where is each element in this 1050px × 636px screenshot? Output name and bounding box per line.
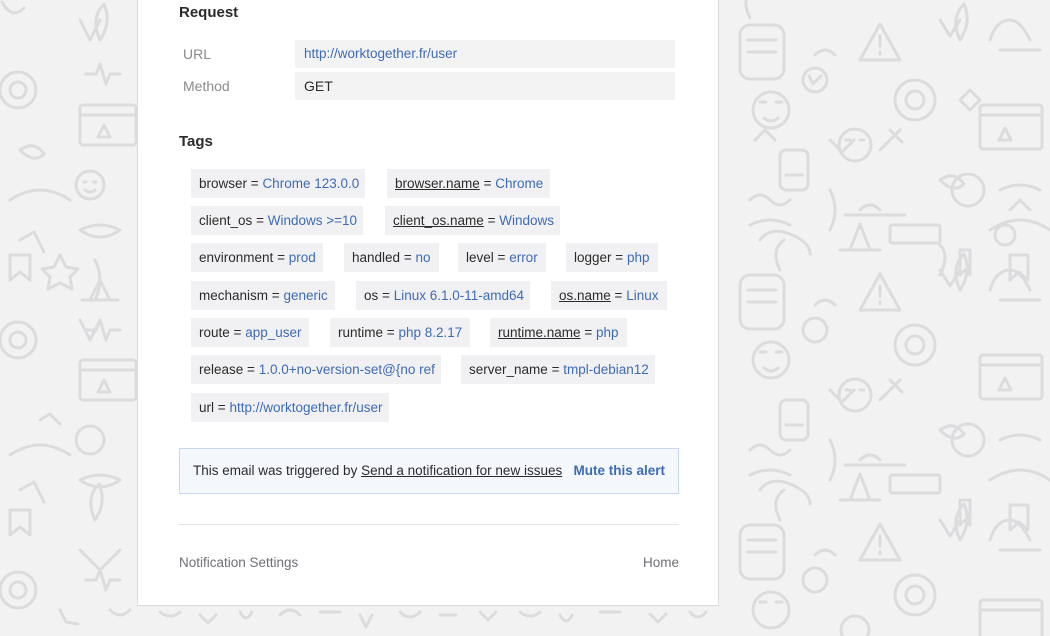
- tag-value-link[interactable]: php: [596, 325, 619, 340]
- tag-value-link[interactable]: Windows >=10: [268, 213, 357, 228]
- tag-runtime: runtime = php 8.2.17: [330, 318, 470, 347]
- tag-value-link[interactable]: prod: [289, 250, 316, 265]
- tag-value-link[interactable]: Linux: [626, 288, 658, 303]
- tag-release: release = 1.0.0+no-version-set@{no ref: [191, 355, 441, 384]
- url-value-text[interactable]: http://worktogether.fr/user: [304, 46, 457, 61]
- alert-notice: This email was triggered by Send a notif…: [179, 448, 679, 494]
- tag-key: server_name: [469, 362, 548, 377]
- tag-logger: logger = php: [566, 243, 658, 272]
- tag-equals: =: [382, 288, 390, 303]
- tag-value-link[interactable]: app_user: [245, 325, 301, 340]
- alert-rule-link[interactable]: Send a notification for new issues: [361, 463, 562, 478]
- tag-key: release: [199, 362, 244, 377]
- tag-value-link[interactable]: Chrome: [495, 176, 543, 191]
- tag-value-link[interactable]: http://worktogether.fr/user: [229, 400, 382, 415]
- method-label: Method: [183, 78, 230, 94]
- tag-equals: =: [483, 176, 492, 191]
- tag-value-link[interactable]: php 8.2.17: [398, 325, 462, 340]
- tag-value-link[interactable]: Linux 6.1.0-11-amd64: [394, 288, 524, 303]
- tag-key: environment: [199, 250, 274, 265]
- alert-prefix: This email was triggered by: [193, 463, 358, 478]
- tag-equals: =: [256, 213, 264, 228]
- tag-equals: =: [386, 325, 395, 340]
- tag-route: route = app_user: [191, 318, 309, 347]
- tag-client-os-name: client_os.name = Windows: [385, 206, 560, 235]
- tag-key: os: [364, 288, 379, 303]
- tag-value-link[interactable]: php: [627, 250, 650, 265]
- tag-os: os = Linux 6.1.0-11-amd64: [356, 281, 530, 310]
- url-label: URL: [183, 46, 212, 62]
- method-value-text: GET: [304, 78, 333, 94]
- method-value: GET: [295, 72, 675, 100]
- tag-key-link[interactable]: client_os.name: [393, 213, 484, 228]
- tag-equals: =: [250, 176, 259, 191]
- tag-equals: =: [614, 288, 623, 303]
- tag-mechanism: mechanism = generic: [191, 281, 335, 310]
- tag-key: route: [199, 325, 230, 340]
- tag-equals: =: [403, 250, 412, 265]
- tags-heading: Tags: [179, 133, 213, 150]
- tag-level: level = error: [458, 243, 546, 272]
- tag-url: url = http://worktogether.fr/user: [191, 393, 389, 422]
- tag-value-link[interactable]: no: [415, 250, 430, 265]
- url-value[interactable]: http://worktogether.fr/user: [295, 40, 675, 68]
- tag-os-name: os.name = Linux: [551, 281, 667, 310]
- tag-key-link[interactable]: os.name: [559, 288, 611, 303]
- email-card: Request URL http://worktogether.fr/user …: [137, 0, 719, 606]
- tag-key: browser: [199, 176, 248, 191]
- tag-value-link[interactable]: tmpl-debian12: [563, 362, 649, 377]
- tag-key: logger: [574, 250, 612, 265]
- tag-equals: =: [247, 362, 255, 377]
- tag-key: client_os: [199, 213, 253, 228]
- tag-value-link[interactable]: 1.0.0+no-version-set@{no ref: [259, 362, 435, 377]
- request-heading: Request: [179, 4, 239, 21]
- tag-equals: =: [233, 325, 242, 340]
- tag-client-os: client_os = Windows >=10: [191, 206, 363, 235]
- tag-key: mechanism: [199, 288, 269, 303]
- tag-key: handled: [352, 250, 401, 265]
- tag-environment: environment = prod: [191, 243, 323, 272]
- tag-equals: =: [615, 250, 624, 265]
- tag-equals: =: [584, 325, 593, 340]
- mute-alert-link[interactable]: Mute this alert: [573, 449, 665, 493]
- notification-settings-link[interactable]: Notification Settings: [179, 555, 298, 570]
- tag-runtime-name: runtime.name = php: [490, 318, 627, 347]
- tag-equals: =: [271, 288, 280, 303]
- tag-value-link[interactable]: generic: [283, 288, 327, 303]
- tag-server-name: server_name = tmpl-debian12: [461, 355, 655, 384]
- tag-key: runtime: [338, 325, 384, 340]
- tag-browser: browser = Chrome 123.0.0: [191, 169, 365, 198]
- tag-value-link[interactable]: error: [509, 250, 538, 265]
- tag-browser-name: browser.name = Chrome: [387, 169, 550, 198]
- tag-key: level: [466, 250, 494, 265]
- tag-equals: =: [497, 250, 506, 265]
- home-link[interactable]: Home: [643, 555, 679, 570]
- tag-equals: =: [277, 250, 285, 265]
- tag-key: url: [199, 400, 215, 415]
- tag-key-link[interactable]: browser.name: [395, 176, 480, 191]
- footer-divider: [179, 524, 679, 525]
- tag-handled: handled = no: [344, 243, 439, 272]
- tag-equals: =: [217, 400, 226, 415]
- tag-equals: =: [487, 213, 496, 228]
- alert-text: This email was triggered by Send a notif…: [193, 449, 562, 493]
- tag-key-link[interactable]: runtime.name: [498, 325, 581, 340]
- tag-equals: =: [551, 362, 560, 377]
- tag-value-link[interactable]: Chrome 123.0.0: [262, 176, 359, 191]
- tag-value-link[interactable]: Windows: [499, 213, 554, 228]
